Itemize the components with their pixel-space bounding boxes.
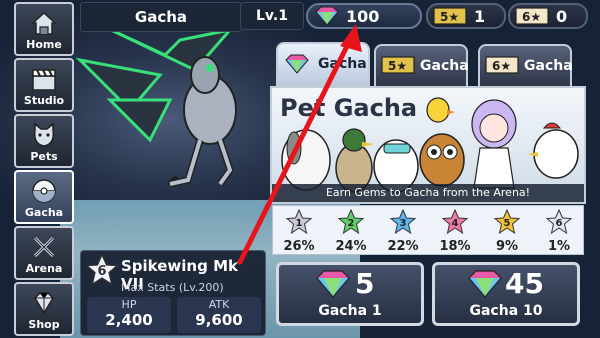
ticket-6-count: 0: [556, 7, 568, 26]
pet-max-stats: Max Stats (Lv.200): [121, 281, 224, 294]
rarity-star-icon: 6: [85, 253, 119, 286]
page-title: Gacha: [80, 2, 242, 32]
ticket-6-star-icon: 6★: [485, 56, 519, 74]
nav-label: Arena: [25, 262, 63, 275]
gacha-1-button[interactable]: 5 Gacha 1: [276, 262, 424, 326]
rate-star: 3: [400, 218, 407, 229]
star-1-icon: 1: [285, 208, 313, 235]
banner-note: Earn Gems to Gacha from the Arena!: [272, 184, 584, 202]
tab-label: Gacha: [420, 58, 469, 74]
rate-item: 1 26%: [273, 206, 325, 256]
ticket-5-count: 1: [474, 7, 486, 26]
cat-icon: [33, 122, 55, 147]
gem-counter: 100: [306, 3, 422, 29]
svg-text:5★: 5★: [388, 59, 407, 73]
rate-pct: 24%: [335, 239, 367, 254]
rate-item: 3 22%: [377, 206, 429, 256]
ticket-5-counter: 5★ 1: [426, 3, 506, 29]
rate-item: 2 24%: [325, 206, 377, 256]
rate-star: 1: [296, 218, 303, 229]
star-4-icon: 4: [441, 208, 469, 235]
rate-star: 4: [452, 218, 459, 229]
rate-pct: 9%: [495, 239, 519, 254]
clapperboard-icon: [32, 69, 56, 91]
ticket-6-counter: 6★ 0: [508, 3, 588, 29]
rate-pct: 18%: [439, 239, 471, 254]
rate-pct: 1%: [547, 239, 571, 254]
ticket-5-star-icon: 5★: [381, 56, 415, 74]
rate-star: 6: [556, 218, 563, 229]
nav-label: Studio: [23, 94, 65, 107]
gem-icon: [316, 270, 350, 298]
nav-label: Pets: [30, 150, 58, 163]
atk-value: 9,600: [195, 311, 243, 329]
gacha-10-button[interactable]: 45 Gacha 10: [432, 262, 580, 326]
nav-label: Shop: [28, 318, 60, 331]
star-3-icon: 3: [389, 208, 417, 235]
gem-icon: [315, 6, 339, 26]
hp-label: HP: [121, 298, 137, 311]
gacha-1-cost: 5: [355, 267, 375, 300]
gem-icon: [285, 54, 309, 74]
rate-item: 6 1%: [533, 206, 585, 256]
svg-text:5★: 5★: [440, 10, 459, 24]
nav-home-button[interactable]: Home: [14, 2, 74, 56]
rarity-rates: 1 26% 2 24% 3 22% 4 18% 5 9% 6 1%: [272, 205, 584, 255]
crossed-swords-icon: [33, 236, 55, 258]
nav-shop-button[interactable]: Shop: [14, 282, 74, 336]
nav-studio-button[interactable]: Studio: [14, 58, 74, 112]
nav-label: Home: [26, 38, 62, 51]
nav-gacha-button[interactable]: Gacha: [14, 170, 74, 224]
star-2-icon: 2: [337, 208, 365, 235]
atk-label: ATK: [208, 298, 230, 311]
ticket-5-star-icon: 5★: [433, 7, 467, 25]
capsule-icon: [32, 179, 56, 203]
banner-title: Pet Gacha: [280, 94, 418, 122]
ticket-6-star-icon: 6★: [515, 7, 549, 25]
tab-gem-gacha[interactable]: Gacha: [276, 42, 370, 88]
tab-ticket-5-gacha[interactable]: 5★ Gacha: [374, 44, 469, 86]
rate-star: 2: [348, 218, 355, 229]
svg-text:6★: 6★: [522, 10, 541, 24]
gacha-10-label: Gacha 10: [469, 303, 543, 319]
pet-rarity: 6: [97, 264, 106, 279]
rate-item: 5 9%: [481, 206, 533, 256]
gem-count: 100: [346, 7, 380, 26]
nav-label: Gacha: [24, 206, 64, 219]
rate-pct: 26%: [283, 239, 315, 254]
gacha-banner: Pet Gacha Earn Gems to Gacha from the Ar…: [270, 86, 586, 204]
diamond-icon: [34, 292, 54, 315]
pet-info-panel[interactable]: 6 Spikewing Mk VII Max Stats (Lv.200) HP…: [80, 250, 266, 336]
svg-text:6★: 6★: [492, 59, 511, 73]
rate-pct: 22%: [387, 239, 419, 254]
tab-label: Gacha: [524, 58, 573, 74]
rate-item: 4 18%: [429, 206, 481, 256]
nav-arena-button[interactable]: Arena: [14, 226, 74, 280]
player-level: Lv.1: [240, 2, 304, 30]
atk-stat: ATK 9,600: [177, 297, 261, 333]
tab-label: Gacha: [318, 56, 367, 72]
home-icon: [31, 11, 57, 35]
nav-pets-button[interactable]: Pets: [14, 114, 74, 168]
rate-star: 5: [504, 218, 511, 229]
hp-stat: HP 2,400: [87, 297, 171, 333]
star-6-icon: 6: [545, 208, 573, 235]
star-5-icon: 5: [493, 208, 521, 235]
gacha-10-cost: 45: [505, 267, 544, 300]
hp-value: 2,400: [105, 311, 153, 329]
tab-ticket-6-gacha[interactable]: 6★ Gacha: [478, 44, 573, 86]
gem-icon: [468, 270, 502, 298]
gacha-1-label: Gacha 1: [318, 303, 382, 319]
